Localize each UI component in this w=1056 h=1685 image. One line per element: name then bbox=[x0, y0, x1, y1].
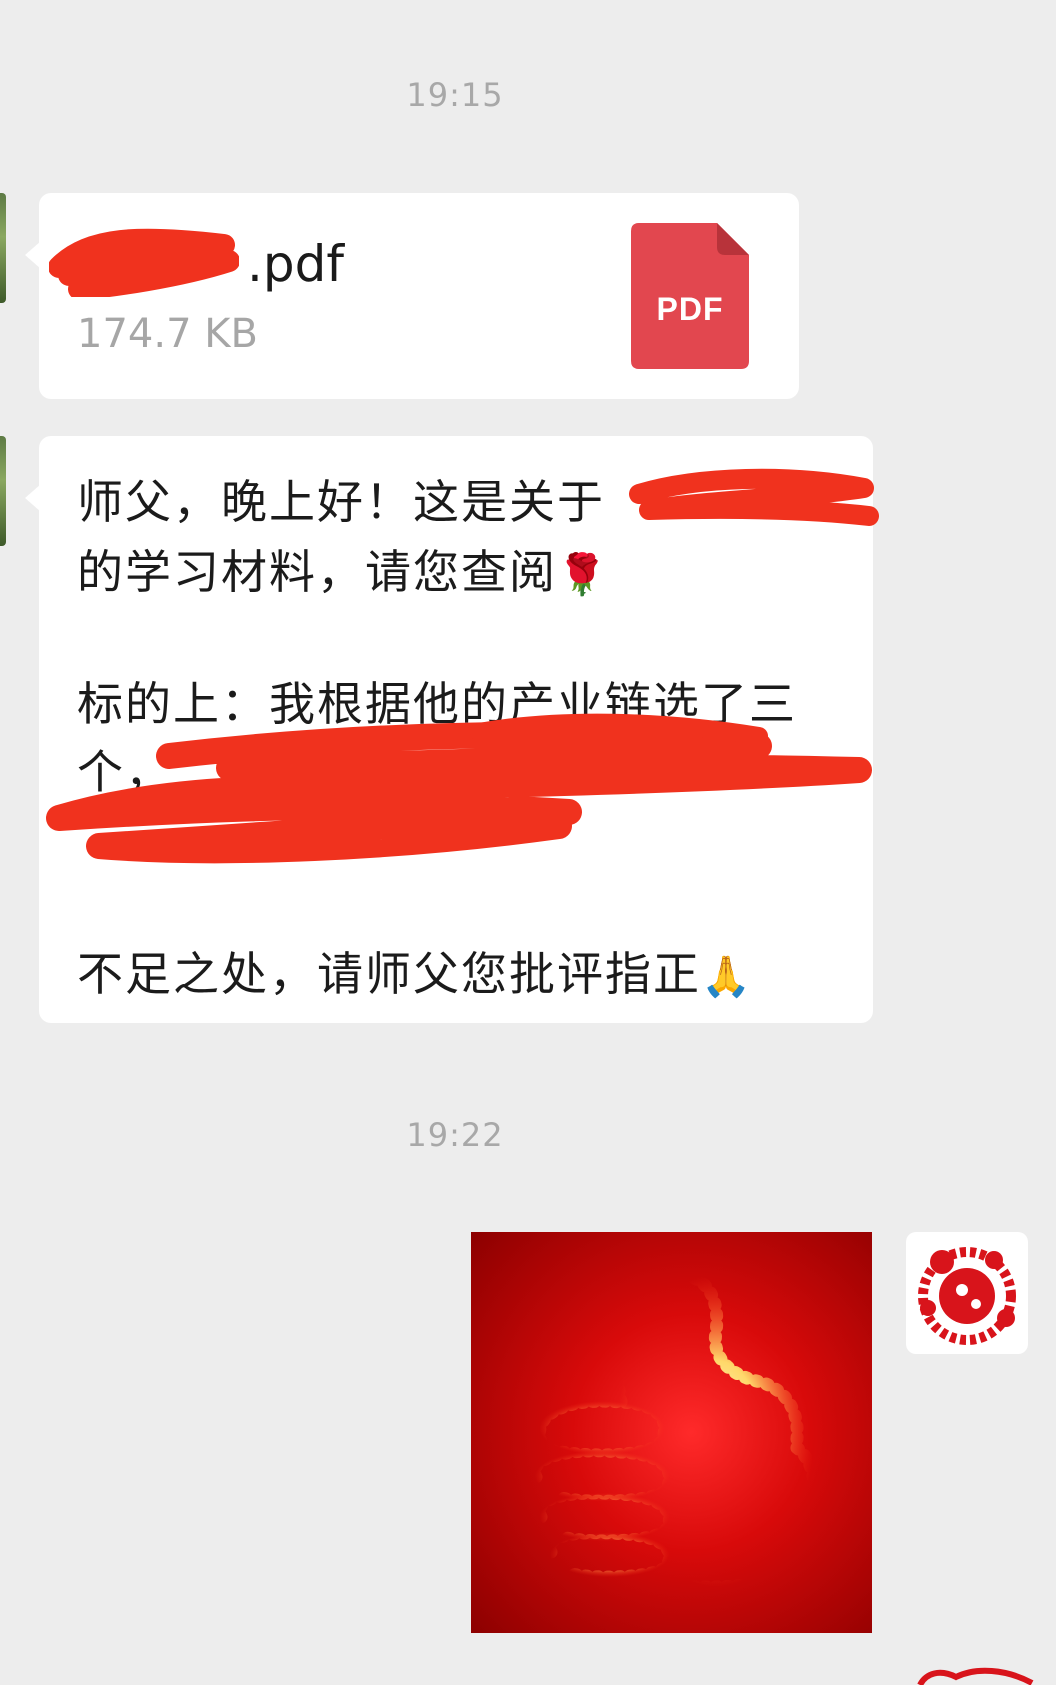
file-name: .pdf bbox=[247, 235, 344, 293]
file-size: 174.7 KB bbox=[77, 311, 258, 357]
pdf-file-icon: PDF bbox=[631, 223, 749, 369]
rose-emoji-icon: 🌹 bbox=[557, 552, 609, 598]
contact-avatar[interactable] bbox=[0, 436, 6, 546]
redaction-mark bbox=[629, 468, 879, 526]
text-message-bubble[interactable]: 师父，晚上好！这是关于 的学习材料，请您查阅🌹 标的上：我根据他的产业链选了三 … bbox=[25, 436, 879, 1023]
message-text-line: 不足之处，请师父您批评指正🙏 bbox=[77, 947, 753, 1001]
file-message-bubble[interactable]: .pdf 174.7 KB PDF bbox=[25, 193, 799, 399]
praying-hands-emoji-icon: 🙏 bbox=[701, 954, 753, 1000]
pdf-icon-label: PDF bbox=[656, 291, 724, 327]
partial-next-message bbox=[917, 1667, 1034, 1685]
message-timestamp: 19:22 bbox=[406, 1116, 504, 1154]
message-text-line: 的学习材料，请您查阅🌹 bbox=[77, 545, 609, 599]
self-avatar[interactable] bbox=[906, 1232, 1028, 1354]
message-timestamp: 19:15 bbox=[406, 76, 504, 114]
thumbs-up-icon bbox=[528, 1268, 822, 1594]
paper-cut-avatar-icon bbox=[918, 1247, 1016, 1345]
contact-avatar[interactable] bbox=[0, 193, 6, 303]
message-text-line: 个， bbox=[77, 745, 173, 799]
message-text-line: 师父，晚上好！这是关于 bbox=[77, 475, 605, 529]
message-text-line: 标的上：我根据他的产业链选了三 bbox=[77, 677, 797, 731]
sent-image-message[interactable] bbox=[471, 1232, 872, 1633]
